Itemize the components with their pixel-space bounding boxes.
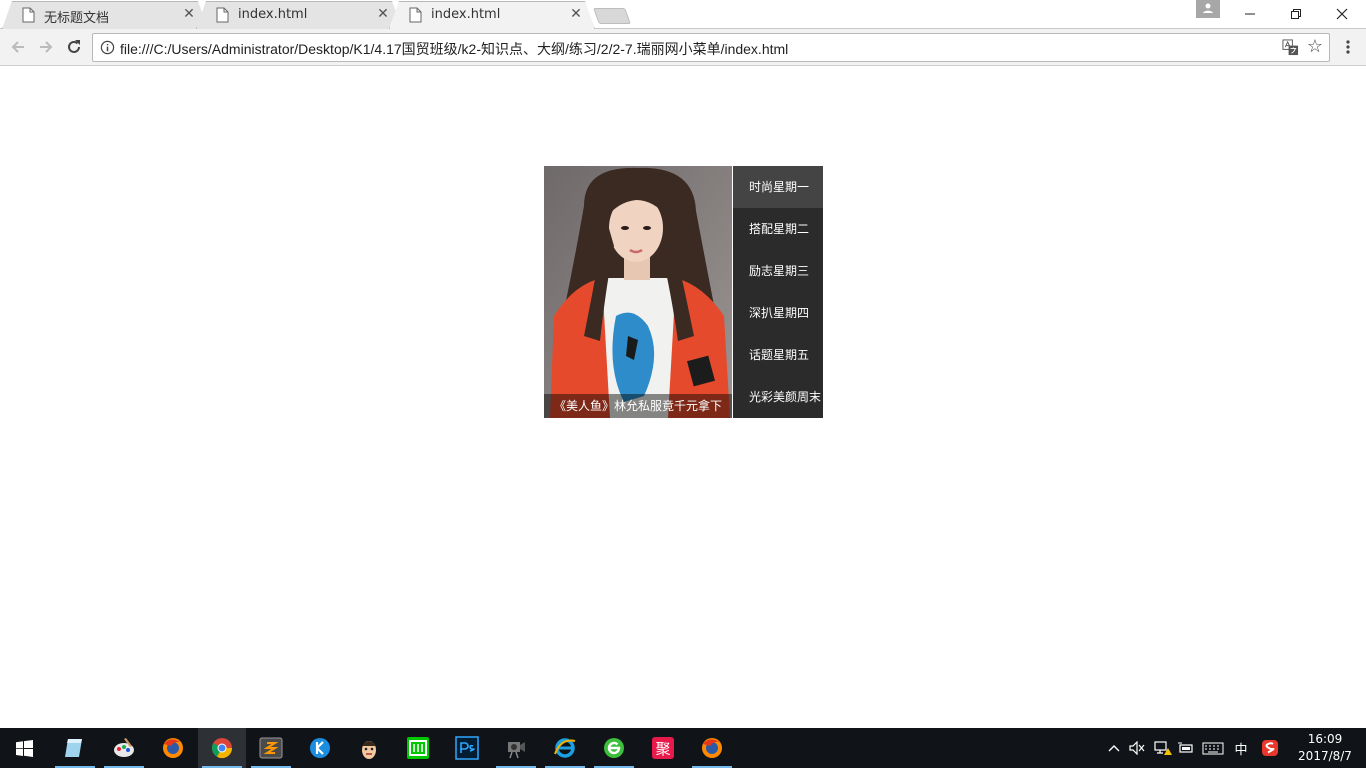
chrome-icon bbox=[211, 738, 233, 759]
document-icon bbox=[216, 7, 229, 23]
ju-app-icon: 聚 bbox=[652, 737, 674, 759]
iqiyi-icon bbox=[407, 737, 429, 759]
menu-item-beauty-weekend[interactable]: 光彩美颜周末 bbox=[733, 376, 823, 418]
chevron-up-icon bbox=[1108, 745, 1120, 752]
taskbar-game-app[interactable] bbox=[345, 728, 393, 768]
address-bar[interactable]: file:///C:/Users/Administrator/Desktop/K… bbox=[92, 33, 1330, 62]
featured-photo[interactable]: 《美人鱼》林允私服竟千元拿下 bbox=[544, 166, 732, 418]
minimize-icon bbox=[1245, 13, 1255, 15]
reload-icon bbox=[68, 40, 80, 53]
back-button[interactable] bbox=[6, 35, 30, 59]
taskbar-sublime[interactable] bbox=[247, 728, 295, 768]
photo-image bbox=[544, 166, 732, 418]
tab-untitled-document[interactable]: 无标题文档 ✕ bbox=[2, 1, 208, 29]
photo-caption[interactable]: 《美人鱼》林允私服竟千元拿下 bbox=[544, 394, 732, 418]
menu-item-fashion-monday[interactable]: 时尚星期一 bbox=[733, 166, 823, 208]
person-icon bbox=[1203, 3, 1213, 13]
360-browser-icon bbox=[604, 738, 624, 758]
tray-network[interactable] bbox=[1151, 728, 1175, 768]
menu-item-inspiration-wednesday[interactable]: 励志星期三 bbox=[733, 250, 823, 292]
document-app-icon bbox=[65, 739, 82, 757]
clock-date: 2017/8/7 bbox=[1298, 749, 1352, 763]
tray-volume[interactable] bbox=[1126, 728, 1148, 768]
character-face-icon bbox=[362, 741, 376, 759]
arrow-left-icon bbox=[11, 41, 24, 53]
firefox-icon bbox=[702, 738, 722, 758]
tray-battery[interactable] bbox=[1176, 728, 1196, 768]
restore-icon bbox=[1291, 9, 1301, 19]
svg-text:聚: 聚 bbox=[655, 740, 670, 758]
minimize-button[interactable] bbox=[1227, 0, 1273, 28]
browser-menu-button[interactable] bbox=[1340, 35, 1356, 59]
tab-strip: 无标题文档 ✕ index.html ✕ index.html ✕ bbox=[0, 0, 1366, 29]
profile-button[interactable] bbox=[1196, 0, 1220, 18]
camera-figure-icon bbox=[508, 742, 525, 759]
windows-taskbar: 聚 中 16:09 2017/8/7 bbox=[0, 728, 1366, 768]
taskbar-photoshop[interactable] bbox=[443, 728, 491, 768]
tab-index-html-1[interactable]: index.html ✕ bbox=[196, 1, 402, 29]
taskbar-internet-explorer[interactable] bbox=[541, 728, 589, 768]
tray-ime-indicator[interactable]: 中 bbox=[1230, 728, 1252, 768]
taskbar-chrome[interactable] bbox=[198, 728, 246, 768]
translate-icon[interactable] bbox=[1282, 39, 1299, 56]
info-icon[interactable] bbox=[100, 40, 115, 55]
restore-button[interactable] bbox=[1273, 0, 1319, 28]
tab-title: index.html bbox=[431, 7, 501, 22]
taskbar-file-explorer[interactable] bbox=[51, 728, 99, 768]
tray-sogou-input[interactable] bbox=[1258, 728, 1282, 768]
paint-palette-icon bbox=[114, 738, 134, 757]
more-vertical-icon bbox=[1346, 40, 1350, 54]
taskbar-firefox[interactable] bbox=[149, 728, 197, 768]
keyboard-icon bbox=[1202, 742, 1224, 754]
forward-button[interactable] bbox=[34, 35, 58, 59]
menu-item-styling-tuesday[interactable]: 搭配星期二 bbox=[733, 208, 823, 250]
internet-explorer-icon bbox=[554, 738, 576, 758]
tray-keyboard[interactable] bbox=[1200, 728, 1226, 768]
menu-item-gossip-thursday[interactable]: 深扒星期四 bbox=[733, 292, 823, 334]
close-tab-icon[interactable]: ✕ bbox=[569, 7, 583, 21]
document-icon bbox=[409, 7, 422, 23]
document-icon bbox=[22, 7, 35, 23]
tray-overflow-button[interactable] bbox=[1104, 728, 1124, 768]
bookmark-star-icon[interactable]: ☆ bbox=[1307, 37, 1323, 57]
tab-title: index.html bbox=[238, 7, 308, 22]
close-window-button[interactable] bbox=[1319, 0, 1365, 28]
tab-index-html-active[interactable]: index.html ✕ bbox=[389, 1, 595, 29]
taskbar-360-browser[interactable] bbox=[590, 728, 638, 768]
url-text: file:///C:/Users/Administrator/Desktop/K… bbox=[120, 41, 789, 57]
battery-plug-icon bbox=[1178, 742, 1193, 753]
code-editor-icon bbox=[259, 737, 283, 759]
close-icon bbox=[1336, 8, 1348, 20]
menu-item-topic-friday[interactable]: 话题星期五 bbox=[733, 334, 823, 376]
taskbar-paint[interactable] bbox=[100, 728, 148, 768]
taskbar-ju-app[interactable]: 聚 bbox=[639, 728, 687, 768]
reload-button[interactable] bbox=[62, 35, 86, 59]
clock-time: 16:09 bbox=[1307, 732, 1343, 746]
kugou-music-icon bbox=[310, 738, 330, 758]
photoshop-icon bbox=[455, 736, 479, 760]
start-button[interactable] bbox=[0, 728, 48, 768]
rayli-mini-menu-widget: 《美人鱼》林允私服竟千元拿下 时尚星期一 搭配星期二 励志星期三 深扒星期四 话… bbox=[544, 166, 823, 418]
firefox-icon bbox=[163, 738, 183, 758]
taskbar-media-app[interactable] bbox=[492, 728, 540, 768]
tab-title: 无标题文档 bbox=[44, 11, 110, 26]
weekday-menu: 时尚星期一 搭配星期二 励志星期三 深扒星期四 话题星期五 光彩美颜周末 bbox=[733, 166, 823, 418]
taskbar-iqiyi[interactable] bbox=[394, 728, 442, 768]
taskbar-firefox-2[interactable] bbox=[688, 728, 736, 768]
browser-toolbar: file:///C:/Users/Administrator/Desktop/K… bbox=[0, 29, 1366, 66]
tray-clock[interactable]: 16:09 2017/8/7 bbox=[1288, 731, 1362, 765]
new-tab-button[interactable] bbox=[593, 8, 631, 24]
close-tab-icon[interactable]: ✕ bbox=[376, 7, 390, 21]
windows-logo-icon bbox=[15, 739, 33, 757]
taskbar-kugou[interactable] bbox=[296, 728, 344, 768]
network-warning-icon bbox=[1154, 741, 1172, 755]
sogou-input-icon bbox=[1262, 740, 1278, 756]
close-tab-icon[interactable]: ✕ bbox=[182, 7, 196, 21]
arrow-right-icon bbox=[40, 41, 53, 53]
volume-muted-icon bbox=[1129, 741, 1145, 755]
